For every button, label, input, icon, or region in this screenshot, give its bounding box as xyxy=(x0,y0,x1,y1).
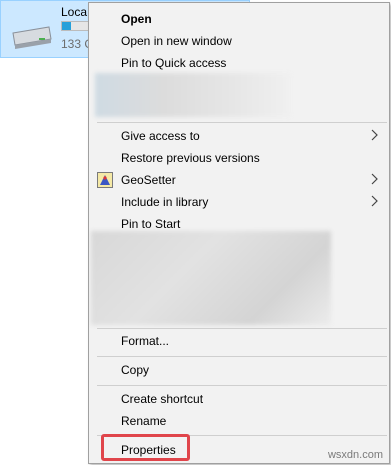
menu-item-label: Format... xyxy=(121,334,170,348)
menu-item-label: Open xyxy=(121,12,152,26)
context-menu: Open Open in new window Pin to Quick acc… xyxy=(88,2,390,464)
watermark: wsxdn.com xyxy=(327,449,383,461)
chevron-right-icon xyxy=(371,129,378,141)
blurred-menu-items xyxy=(91,231,331,325)
menu-item-label: Open in new window xyxy=(121,34,232,48)
geosetter-icon xyxy=(97,172,113,188)
menu-separator xyxy=(97,328,387,329)
menu-item-label: Restore previous versions xyxy=(121,151,260,165)
menu-item-label: Pin to Quick access xyxy=(121,56,227,70)
menu-item-restore-versions[interactable]: Restore previous versions xyxy=(89,148,389,168)
menu-item-give-access[interactable]: Give access to xyxy=(89,126,389,146)
menu-item-create-shortcut[interactable]: Create shortcut xyxy=(89,389,389,409)
hard-drive-icon xyxy=(12,26,52,49)
menu-item-label: Create shortcut xyxy=(121,392,204,406)
menu-item-open[interactable]: Open xyxy=(89,9,389,29)
menu-separator xyxy=(97,122,387,123)
drive-name: Loca xyxy=(61,5,88,19)
menu-item-geosetter[interactable]: GeoSetter xyxy=(89,170,389,190)
menu-item-label: Pin to Start xyxy=(121,217,181,231)
menu-item-label: Copy xyxy=(121,363,150,377)
menu-item-open-new-window[interactable]: Open in new window xyxy=(89,31,389,51)
menu-item-label: Give access to xyxy=(121,129,200,143)
menu-item-rename[interactable]: Rename xyxy=(89,411,389,431)
properties-highlight-box xyxy=(101,434,190,461)
menu-item-include-library[interactable]: Include in library xyxy=(89,192,389,212)
menu-item-copy[interactable]: Copy xyxy=(89,360,389,380)
menu-item-label: Include in library xyxy=(121,195,209,209)
menu-separator xyxy=(97,385,387,386)
blurred-menu-items xyxy=(95,73,291,117)
menu-item-label: Rename xyxy=(121,414,167,428)
menu-item-pin-quick-access[interactable]: Pin to Quick access xyxy=(89,53,389,73)
drive-usage-fill xyxy=(62,22,72,30)
menu-separator xyxy=(97,356,387,357)
chevron-right-icon xyxy=(371,195,378,207)
menu-item-label: GeoSetter xyxy=(121,173,176,187)
menu-item-format[interactable]: Format... xyxy=(89,331,389,351)
chevron-right-icon xyxy=(371,173,378,185)
